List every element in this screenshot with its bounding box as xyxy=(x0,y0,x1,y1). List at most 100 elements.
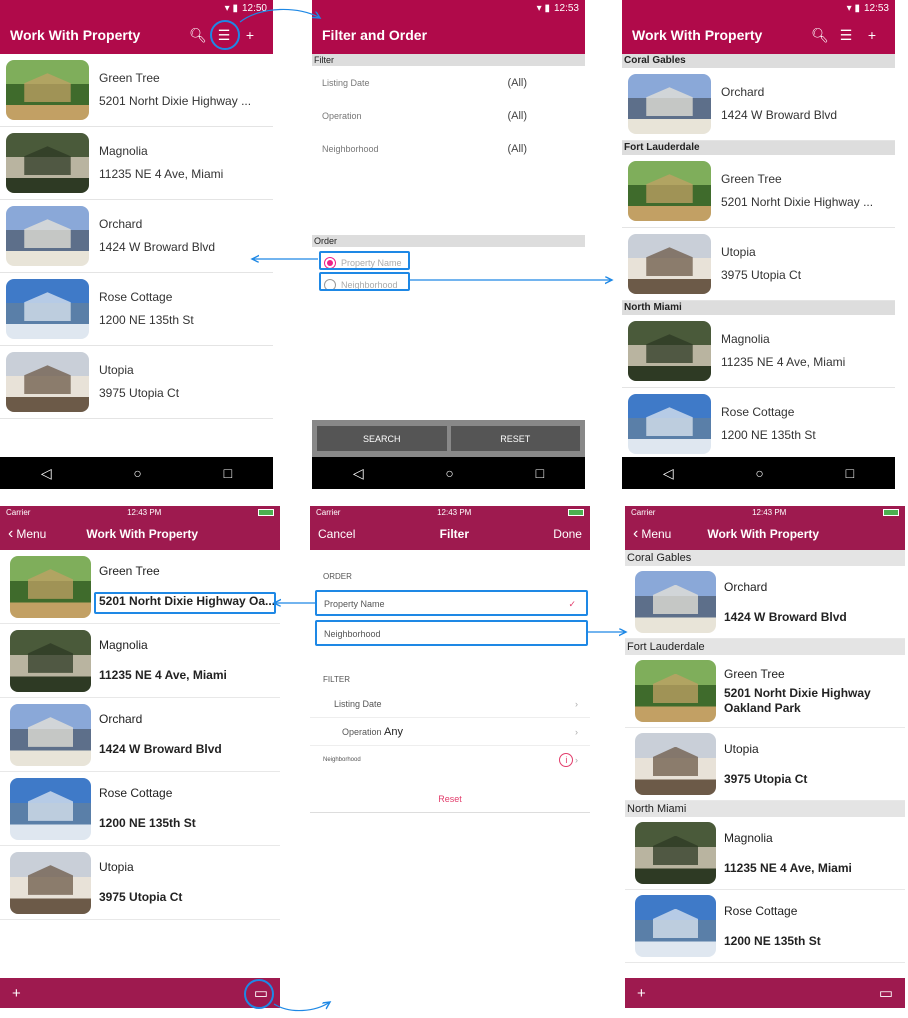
list-item[interactable]: Orchard 1424 W Broward Blvd xyxy=(622,68,895,141)
chevron-right-icon: › xyxy=(575,698,578,709)
list-item[interactable]: Green Tree 5201 Norht Dixie Highway ... xyxy=(0,54,273,127)
search-icon[interactable]: 🔍︎ xyxy=(185,27,211,44)
highlight-first-row xyxy=(94,592,276,614)
list-item[interactable]: Magnolia 11235 NE 4 Ave, Miami xyxy=(625,817,905,890)
recents-nav-icon[interactable]: □ xyxy=(536,465,544,481)
property-address: 3975 Utopia Ct xyxy=(721,268,802,282)
recents-nav-icon[interactable]: □ xyxy=(224,465,232,481)
operation-field[interactable]: Operation Any › xyxy=(310,718,590,746)
status-time: 12:53 xyxy=(863,2,889,14)
list-item[interactable]: Magnolia 11235 NE 4 Ave, Miami xyxy=(0,127,273,200)
ios-list-screen: Carrier 12:43 PM ‹ Menu Work With Property… xyxy=(0,506,280,1010)
property-photo xyxy=(635,822,716,884)
neighborhood-field[interactable]: Neighborhood i › xyxy=(310,746,590,774)
property-address: 1200 NE 135th St xyxy=(721,428,816,442)
chevron-left-icon: ‹ xyxy=(8,525,14,542)
list-item[interactable]: Utopia 3975 Utopia Ct xyxy=(622,228,895,301)
property-name: Magnolia xyxy=(724,830,773,845)
done-button[interactable]: Done xyxy=(553,527,582,541)
add-icon[interactable]: + xyxy=(12,985,21,1002)
filter-field[interactable]: Neighborhood (All) xyxy=(312,132,585,165)
back-button[interactable]: ‹ Menu xyxy=(8,525,46,543)
property-address: 3975 Utopia Ct xyxy=(724,771,808,786)
chevron-right-icon: › xyxy=(575,726,578,737)
battery-icon xyxy=(882,508,899,516)
list-item[interactable]: Utopia 3975 Utopia Ct xyxy=(625,728,905,801)
ios-filter-screen: Carrier 12:43 PM Cancel Filter Done ORDER… xyxy=(310,506,590,836)
toolbar: + ▭ xyxy=(0,978,280,1008)
android-nav-bar: ◁ ○ □ xyxy=(622,457,895,489)
cancel-button[interactable]: Cancel xyxy=(318,527,355,541)
filter-fields: Listing Date › Operation Any › Neighborhoo… xyxy=(310,690,590,774)
property-name: Magnolia xyxy=(721,332,770,346)
highlight-property-name xyxy=(319,251,410,270)
reset-button[interactable]: RESET xyxy=(450,426,580,451)
property-name: Utopia xyxy=(99,363,134,377)
property-address: 1424 W Broward Blvd xyxy=(721,108,838,122)
list-item[interactable]: Magnolia 11235 NE 4 Ave, Miami xyxy=(0,624,280,698)
list-item[interactable]: Magnolia 11235 NE 4 Ave, Miami xyxy=(622,315,895,388)
list-item[interactable]: Green Tree 5201 Norht Dixie Highway ... xyxy=(622,155,895,228)
filter-field[interactable]: Listing Date (All) xyxy=(312,66,585,99)
home-nav-icon[interactable]: ○ xyxy=(755,465,763,481)
property-name: Rose Cottage xyxy=(99,290,173,304)
status-bar: ▾ ▮ 12:53 xyxy=(622,0,895,16)
property-address: 5201 Norht Dixie Highway ... xyxy=(721,195,874,209)
group-header: Fort Lauderdale xyxy=(625,639,905,655)
list-item[interactable]: Rose Cottage 1200 NE 135th St xyxy=(0,273,273,346)
filter-fields: Listing Date (All) Operation (All) Neighborh… xyxy=(312,66,585,165)
property-photo xyxy=(635,895,716,957)
android-nav-bar: ◁ ○ □ xyxy=(312,457,585,489)
list-item[interactable]: Orchard 1424 W Broward Blvd xyxy=(625,566,905,639)
property-name: Green Tree xyxy=(721,172,782,186)
property-name: Magnolia xyxy=(99,144,148,158)
property-name: Green Tree xyxy=(99,564,160,578)
search-button[interactable]: SEARCH xyxy=(317,426,447,451)
page-title: Work With Property xyxy=(86,527,199,541)
list-item[interactable]: Rose Cottage 1200 NE 135th St xyxy=(622,388,895,461)
property-name: Orchard xyxy=(99,217,143,231)
status-bar: Carrier 12:43 PM xyxy=(310,506,590,518)
add-icon[interactable]: + xyxy=(637,985,646,1002)
back-nav-icon[interactable]: ◁ xyxy=(353,465,364,482)
property-address: 5201 Norht Dixie Highway ... xyxy=(99,94,252,108)
listing-date-field[interactable]: Listing Date › xyxy=(310,690,590,718)
list-item[interactable]: Rose Cottage 1200 NE 135th St xyxy=(625,890,905,963)
page-title: Work With Property xyxy=(10,27,141,43)
list-item[interactable]: Green Tree 5201 Norht Dixie Highway Oakla… xyxy=(625,655,905,728)
add-icon[interactable]: + xyxy=(237,27,263,43)
back-nav-icon[interactable]: ◁ xyxy=(663,465,674,482)
search-icon[interactable]: 🔍︎ xyxy=(807,27,833,44)
home-nav-icon[interactable]: ○ xyxy=(445,465,453,481)
property-name: Orchard xyxy=(99,712,143,726)
toolbar: + ▭ xyxy=(625,978,905,1008)
property-photo xyxy=(628,321,711,381)
list-item[interactable]: Utopia 3975 Utopia Ct xyxy=(0,346,273,419)
grouped-property-list: Coral Gables Orchard 1424 W Broward Blvd Fo… xyxy=(622,54,895,461)
folder-highlight-circle xyxy=(244,979,274,1009)
list-item[interactable]: Orchard 1424 W Broward Blvd xyxy=(0,698,280,772)
property-photo xyxy=(10,629,91,692)
filter-icon[interactable]: ☰ xyxy=(833,27,859,44)
status-bar: Carrier 12:43 PM xyxy=(625,506,905,518)
home-nav-icon[interactable]: ○ xyxy=(133,465,141,481)
list-item[interactable]: Utopia 3975 Utopia Ct xyxy=(0,846,280,920)
status-time: 12:50 xyxy=(241,2,267,14)
add-icon[interactable]: + xyxy=(859,27,885,43)
group-header: Coral Gables xyxy=(625,550,905,566)
nav-bar: ‹ Menu Work With Property xyxy=(625,518,905,550)
list-item[interactable]: Orchard 1424 W Broward Blvd xyxy=(0,200,273,273)
status-time: 12:53 xyxy=(553,2,579,14)
back-nav-icon[interactable]: ◁ xyxy=(41,465,52,482)
group-header: Coral Gables xyxy=(622,54,895,68)
folder-icon[interactable]: ▭ xyxy=(879,984,893,1002)
recents-nav-icon[interactable]: □ xyxy=(846,465,854,481)
filter-field[interactable]: Operation (All) xyxy=(312,99,585,132)
list-item[interactable]: Rose Cottage 1200 NE 135th St xyxy=(0,772,280,846)
status-bar: Carrier 12:43 PM xyxy=(0,506,280,518)
property-name: Magnolia xyxy=(99,638,148,652)
status-bar: ▾ ▮ 12:53 xyxy=(312,0,585,16)
grouped-property-list: Coral Gables Orchard 1424 W Broward Blvd Fo… xyxy=(625,550,905,963)
reset-button[interactable]: Reset xyxy=(310,794,590,813)
back-button[interactable]: ‹ Menu xyxy=(633,525,671,543)
